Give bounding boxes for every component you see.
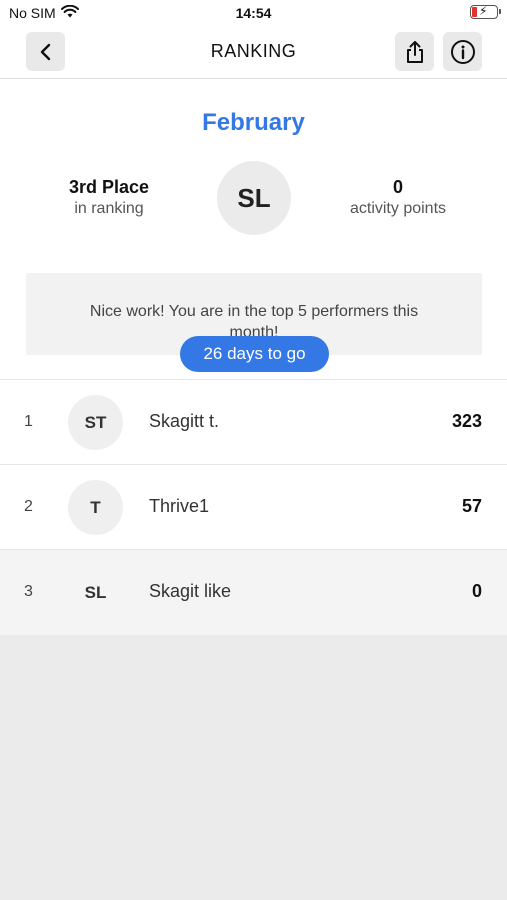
points-caption: activity points: [349, 200, 447, 217]
info-icon: [450, 39, 475, 64]
place-caption: in ranking: [74, 200, 144, 217]
avatar: SL: [68, 565, 123, 620]
rank-points: 323: [451, 411, 482, 431]
ranking-row[interactable]: 1 ST Skagitt t. 323: [0, 380, 507, 465]
rank-name: Skagit like: [149, 581, 232, 601]
place-value: 3rd Place: [68, 177, 150, 197]
rank-points: 0: [471, 581, 482, 601]
rank-number: 1: [24, 413, 33, 430]
share-button[interactable]: [395, 32, 434, 71]
status-right: ⚡: [470, 4, 501, 19]
points-value: 0: [392, 177, 403, 197]
user-avatar: SL: [217, 161, 291, 235]
place-block: 3rd Place in ranking: [39, 177, 179, 218]
ranking-list: 1 ST Skagitt t. 323 2 T Thrive1 57 3 SL …: [0, 380, 507, 635]
nav-bar: RANKING: [0, 27, 507, 79]
rank-points: 57: [461, 496, 482, 516]
ranking-row-current-user[interactable]: 3 SL Skagit like 0: [0, 550, 507, 635]
status-bar: No SIM 14:54 ⚡: [0, 0, 507, 27]
top-area: No SIM 14:54 ⚡ RANKING February 3rd Plac…: [0, 0, 507, 380]
battery-cap: [499, 9, 501, 14]
info-button[interactable]: [443, 32, 482, 71]
battery-charging-icon: ⚡: [470, 4, 501, 19]
ranking-summary: February 3rd Place in ranking SL 0 activ…: [0, 79, 507, 380]
month-title: February: [202, 109, 305, 136]
bolt-icon: ⚡: [479, 4, 488, 18]
battery-level: [472, 7, 477, 17]
status-time: 14:54: [235, 5, 272, 21]
rank-number: 2: [24, 498, 33, 515]
avatar: ST: [68, 395, 123, 450]
days-remaining-badge: 26 days to go: [180, 336, 329, 372]
share-icon: [406, 40, 423, 63]
ranking-row[interactable]: 2 T Thrive1 57: [0, 465, 507, 550]
rank-name: Skagitt t.: [149, 411, 220, 431]
avatar: T: [68, 480, 123, 535]
rank-number: 3: [24, 583, 33, 600]
rank-name: Thrive1: [149, 496, 210, 516]
points-block: 0 activity points: [333, 177, 463, 218]
